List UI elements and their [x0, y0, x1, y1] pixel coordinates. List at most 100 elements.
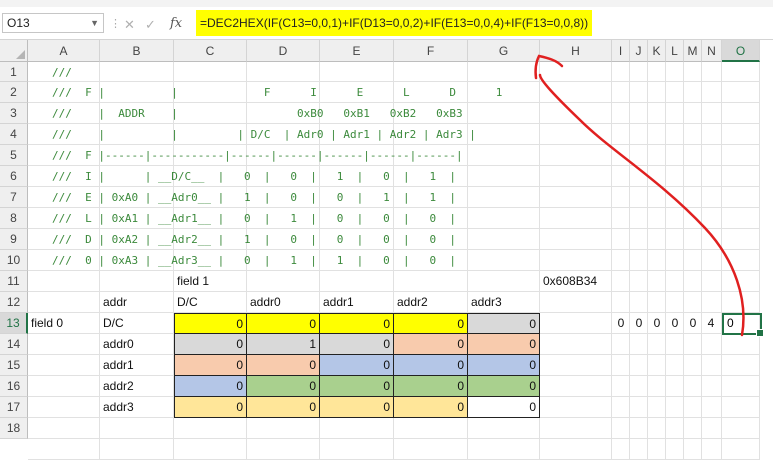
- name-box[interactable]: O13 ▼: [2, 13, 104, 33]
- column-header-h[interactable]: H: [540, 40, 612, 62]
- row-header-2[interactable]: 2: [0, 82, 28, 103]
- matrix-cell[interactable]: 0: [320, 397, 394, 418]
- matrix-cell[interactable]: 0: [394, 355, 468, 376]
- active-cell-value: 0: [727, 316, 734, 330]
- column-label: D/C: [177, 295, 198, 309]
- matrix-cell[interactable]: 0: [174, 376, 247, 397]
- matrix-cell[interactable]: 0: [394, 313, 468, 334]
- matrix-cell[interactable]: 0: [468, 397, 540, 418]
- matrix-cell[interactable]: 1: [247, 334, 320, 355]
- comment-line: /// F | | F I E L D 1: [52, 86, 503, 99]
- gridline: [28, 207, 760, 208]
- matrix-cell[interactable]: 0: [394, 334, 468, 355]
- matrix-cell[interactable]: 0: [320, 334, 394, 355]
- column-header-l[interactable]: L: [666, 40, 684, 62]
- matrix-cell[interactable]: 0: [247, 376, 320, 397]
- row-header-15[interactable]: 15: [0, 355, 28, 376]
- column-header-f[interactable]: F: [394, 40, 468, 62]
- gridline: [28, 81, 760, 82]
- matrix-cell[interactable]: 0: [468, 313, 540, 334]
- column-label: addr: [103, 295, 128, 309]
- row-header-11[interactable]: 11: [0, 271, 28, 292]
- column-label: addr1: [323, 295, 354, 309]
- matrix-cell[interactable]: 0: [468, 376, 540, 397]
- row-header-13[interactable]: 13: [0, 313, 28, 334]
- hex-digit: 0: [689, 316, 697, 330]
- matrix-cell[interactable]: 0: [468, 355, 540, 376]
- gridline: [683, 62, 684, 460]
- insert-function-icon[interactable]: fx: [170, 16, 182, 31]
- gridline: [28, 123, 760, 124]
- gridline: [759, 62, 760, 460]
- matrix-cell[interactable]: 0: [394, 376, 468, 397]
- column-header-a[interactable]: A: [28, 40, 100, 62]
- select-all-corner[interactable]: [0, 40, 28, 62]
- matrix-cell[interactable]: 0: [174, 397, 247, 418]
- comment-line: /// E | 0xA0 | __Adr0__ | 1 | 0 | 0 | 1 …: [52, 191, 456, 204]
- gridline: [28, 459, 760, 460]
- column-header-n[interactable]: N: [702, 40, 722, 62]
- column-header-b[interactable]: B: [100, 40, 174, 62]
- column-header-o[interactable]: O: [722, 40, 760, 62]
- hex-digit: 0: [635, 316, 643, 330]
- fill-handle[interactable]: [756, 329, 764, 337]
- row-header-14[interactable]: 14: [0, 334, 28, 355]
- matrix-cell[interactable]: 0: [394, 397, 468, 418]
- active-cell-o13[interactable]: 0: [722, 313, 764, 337]
- formula-input[interactable]: =DEC2HEX(IF(C13=0,0,1)+IF(D13=0,0,2)+IF(…: [196, 10, 593, 36]
- column-header-e[interactable]: E: [320, 40, 394, 62]
- separator-icon: ⋮: [110, 18, 121, 30]
- matrix-cell[interactable]: 0: [174, 313, 247, 334]
- matrix-cell[interactable]: 0: [320, 376, 394, 397]
- column-header-k[interactable]: K: [648, 40, 666, 62]
- hex-digit: 0: [671, 316, 679, 330]
- row-header-5[interactable]: 5: [0, 145, 28, 166]
- gridline: [28, 186, 760, 187]
- matrix-cell[interactable]: 0: [174, 355, 247, 376]
- row-header-12[interactable]: 12: [0, 292, 28, 313]
- cancel-icon[interactable]: ✕: [124, 17, 135, 33]
- column-header-j[interactable]: J: [630, 40, 648, 62]
- comment-line: /// | ADDR | 0xB0 0xB1 0xB2 0xB3: [52, 107, 463, 120]
- matrix-cell[interactable]: 0: [320, 313, 394, 334]
- gridline: [611, 62, 612, 460]
- row-header-10[interactable]: 10: [0, 250, 28, 271]
- formula-bar: O13 ▼ ⋮ ✕ ✓ fx =DEC2HEX(IF(C13=0,0,1)+IF(…: [0, 7, 773, 40]
- matrix-cell[interactable]: 0: [247, 313, 320, 334]
- row-header-3[interactable]: 3: [0, 103, 28, 124]
- row-header-6[interactable]: 6: [0, 166, 28, 187]
- column-label: addr3: [471, 295, 502, 309]
- row-label: addr0: [103, 337, 134, 351]
- matrix-cell[interactable]: 0: [468, 334, 540, 355]
- row-header-9[interactable]: 9: [0, 229, 28, 250]
- row-header-4[interactable]: 4: [0, 124, 28, 145]
- row-header-17[interactable]: 17: [0, 397, 28, 418]
- row-label: addr1: [103, 358, 134, 372]
- row-label: addr2: [103, 379, 134, 393]
- row-header-8[interactable]: 8: [0, 208, 28, 229]
- enter-icon[interactable]: ✓: [145, 17, 156, 33]
- row-header-18[interactable]: 18: [0, 418, 28, 439]
- gridline: [28, 144, 760, 145]
- row-header-16[interactable]: 16: [0, 376, 28, 397]
- matrix-cell[interactable]: 0: [247, 397, 320, 418]
- field1-label: field 1: [177, 274, 210, 288]
- column-header-d[interactable]: D: [247, 40, 320, 62]
- gridline: [28, 249, 760, 250]
- comment-line: /// 0 | 0xA3 | __Adr3__ | 0 | 1 | 1 | 0 …: [52, 254, 456, 267]
- column-header-g[interactable]: G: [468, 40, 540, 62]
- chevron-down-icon[interactable]: ▼: [90, 14, 99, 32]
- matrix-cell[interactable]: 0: [247, 355, 320, 376]
- comment-line: /// | | | D/C | Adr0 | Adr1 | Adr2 | Adr…: [52, 128, 476, 141]
- row-header-7[interactable]: 7: [0, 187, 28, 208]
- gridline: [28, 228, 760, 229]
- matrix-cell[interactable]: 0: [320, 355, 394, 376]
- column-header-m[interactable]: M: [684, 40, 702, 62]
- gridline: [721, 62, 722, 460]
- column-label: addr2: [397, 295, 428, 309]
- column-header-i[interactable]: I: [612, 40, 630, 62]
- column-header-c[interactable]: C: [174, 40, 247, 62]
- matrix-cell[interactable]: 0: [174, 334, 247, 355]
- hex-digit: 0: [653, 316, 661, 330]
- row-header-1[interactable]: 1: [0, 62, 28, 82]
